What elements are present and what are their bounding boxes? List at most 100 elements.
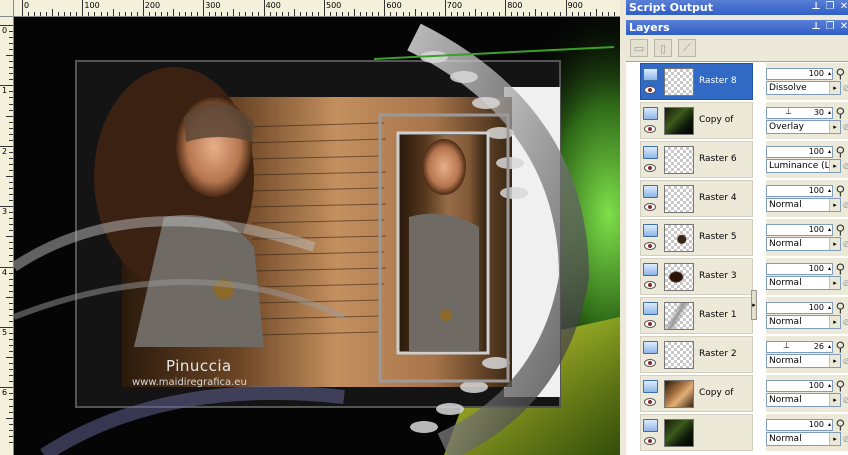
spin-arrows-icon[interactable]: ▴ <box>828 227 831 233</box>
close-icon[interactable]: ✕ <box>839 2 848 13</box>
layer-name-cell[interactable]: Raster 5 <box>640 219 753 256</box>
delete-layer-button[interactable]: ▯ <box>654 39 672 57</box>
layer-name-cell[interactable]: Copy of <box>640 102 753 139</box>
layer-row[interactable]: Raster 6 100 ▴ Luminance (L)▸⚲ ⊘ <box>626 140 848 179</box>
layer-row[interactable]: Raster 8 100 ▴ Dissolve ▸⚲ ⊘ <box>626 62 848 101</box>
layer-row[interactable]: Raster 2 26 ▴ ⊥ Normal ▸⚲ ⊘ <box>626 335 848 374</box>
blend-mode-select[interactable]: Overlay ▸ <box>766 120 841 134</box>
blend-mode-select[interactable]: Dissolve ▸ <box>766 81 841 95</box>
layer-row[interactable]: Raster 3 100 ▴ Normal ▸⚲ ⊘ <box>626 257 848 296</box>
visibility-eye-icon[interactable] <box>644 320 656 328</box>
layer-type-icon[interactable] <box>643 146 658 159</box>
layer-type-icon[interactable] <box>643 341 658 354</box>
opacity-slider[interactable]: 26 ▴ ⊥ <box>766 341 833 353</box>
layer-name-cell[interactable]: Raster 6 <box>640 141 753 178</box>
pin-icon[interactable]: ⊥ <box>811 2 821 13</box>
link-icon[interactable]: ⚲ <box>835 106 845 121</box>
dropdown-arrow-icon[interactable]: ▸ <box>829 160 840 172</box>
opacity-slider[interactable]: 100 ▴ <box>766 302 833 314</box>
layer-row[interactable]: Raster 1 100 ▴ Normal ▸⚲ ⊘ <box>626 296 848 335</box>
layer-type-icon[interactable] <box>643 419 658 432</box>
pin-icon[interactable]: ⊥ <box>811 22 821 33</box>
lock-icon[interactable]: ⊘ <box>842 279 848 289</box>
restore-icon[interactable]: ❐ <box>825 22 835 33</box>
opacity-marker-icon[interactable]: ⊥ <box>785 108 792 118</box>
dropdown-arrow-icon[interactable]: ▸ <box>829 394 840 406</box>
layer-name-cell[interactable]: Raster 8 <box>640 63 753 100</box>
visibility-eye-icon[interactable] <box>644 242 656 250</box>
opacity-slider[interactable]: 100 ▴ <box>766 224 833 236</box>
dropdown-arrow-icon[interactable]: ▸ <box>829 433 840 445</box>
blend-mode-select[interactable]: Normal ▸ <box>766 432 841 446</box>
layer-name-cell[interactable]: Copy of <box>640 375 753 412</box>
spin-arrows-icon[interactable]: ▴ <box>828 266 831 272</box>
dropdown-arrow-icon[interactable]: ▸ <box>829 199 840 211</box>
lock-icon[interactable]: ⊘ <box>842 201 848 211</box>
visibility-eye-icon[interactable] <box>644 164 656 172</box>
blend-mode-select[interactable]: Normal ▸ <box>766 354 841 368</box>
artwork-canvas[interactable]: Pinuccia www.maidiregrafica.eu <box>14 17 620 455</box>
spin-arrows-icon[interactable]: ▴ <box>828 383 831 389</box>
blend-mode-select[interactable]: Luminance (L) ▸ <box>766 159 841 173</box>
lock-icon[interactable]: ⊘ <box>842 357 848 367</box>
dropdown-arrow-icon[interactable]: ▸ <box>829 238 840 250</box>
layer-type-icon[interactable] <box>643 185 658 198</box>
restore-icon[interactable]: ❐ <box>825 2 835 13</box>
layer-name-cell[interactable]: Raster 3 <box>640 258 753 295</box>
dropdown-arrow-icon[interactable]: ▸ <box>829 121 840 133</box>
layer-row[interactable]: Raster 4 100 ▴ Normal ▸⚲ ⊘ <box>626 179 848 218</box>
opacity-slider[interactable]: 100 ▴ <box>766 380 833 392</box>
layer-type-icon[interactable] <box>643 107 658 120</box>
lock-icon[interactable]: ⊘ <box>842 240 848 250</box>
panel-collapse-handle[interactable]: ▸ <box>751 290 757 320</box>
layer-type-icon[interactable] <box>643 263 658 276</box>
spin-arrows-icon[interactable]: ▴ <box>828 110 831 116</box>
spin-arrows-icon[interactable]: ▴ <box>828 188 831 194</box>
blend-mode-select[interactable]: Normal ▸ <box>766 276 841 290</box>
opacity-slider[interactable]: 100 ▴ <box>766 68 833 80</box>
dropdown-arrow-icon[interactable]: ▸ <box>829 277 840 289</box>
layer-row[interactable]: Raster 5 100 ▴ Normal ▸⚲ ⊘ <box>626 218 848 257</box>
script-output-titlebar[interactable]: Script Output ⊥ ❐ ✕ <box>626 0 848 15</box>
layer-row[interactable]: Copy of 100 ▴ Normal ▸⚲ ⊘ <box>626 374 848 413</box>
spin-arrows-icon[interactable]: ▴ <box>828 344 831 350</box>
spin-arrows-icon[interactable]: ▴ <box>828 149 831 155</box>
link-icon[interactable]: ⚲ <box>835 340 845 355</box>
layers-titlebar[interactable]: Layers ⊥ ❐ ✕ <box>626 20 848 35</box>
layer-type-icon[interactable] <box>643 380 658 393</box>
visibility-eye-icon[interactable] <box>644 437 656 445</box>
layer-type-icon[interactable] <box>643 224 658 237</box>
lock-icon[interactable]: ⊘ <box>842 123 848 133</box>
dropdown-arrow-icon[interactable]: ▸ <box>829 82 840 94</box>
layer-type-icon[interactable] <box>643 302 658 315</box>
lock-icon[interactable]: ⊘ <box>842 396 848 406</box>
spin-arrows-icon[interactable]: ▴ <box>828 305 831 311</box>
layer-type-icon[interactable] <box>643 68 658 81</box>
lock-icon[interactable]: ⊘ <box>842 84 848 94</box>
opacity-marker-icon[interactable]: ⊥ <box>783 342 790 352</box>
opacity-slider[interactable]: 30 ▴ ⊥ <box>766 107 833 119</box>
dropdown-arrow-icon[interactable]: ▸ <box>829 355 840 367</box>
visibility-eye-icon[interactable] <box>644 281 656 289</box>
link-icon[interactable]: ⚲ <box>835 145 845 160</box>
layer-name-cell[interactable]: Raster 1 <box>640 297 753 334</box>
opacity-slider[interactable]: 100 ▴ <box>766 419 833 431</box>
close-icon[interactable]: ✕ <box>839 22 848 33</box>
layer-name-cell[interactable] <box>640 414 753 451</box>
lock-icon[interactable]: ⊘ <box>842 162 848 172</box>
opacity-slider[interactable]: 100 ▴ <box>766 185 833 197</box>
layer-name-cell[interactable]: Raster 4 <box>640 180 753 217</box>
blend-mode-select[interactable]: Normal ▸ <box>766 237 841 251</box>
link-icon[interactable]: ⚲ <box>835 184 845 199</box>
link-icon[interactable]: ⚲ <box>835 223 845 238</box>
spin-arrows-icon[interactable]: ▴ <box>828 71 831 77</box>
blend-mode-select[interactable]: Normal ▸ <box>766 393 841 407</box>
link-icon[interactable]: ⚲ <box>835 67 845 82</box>
dropdown-arrow-icon[interactable]: ▸ <box>829 316 840 328</box>
new-layer-button[interactable]: ▭ <box>630 39 648 57</box>
blend-mode-select[interactable]: Normal ▸ <box>766 315 841 329</box>
layer-name-cell[interactable]: Raster 2 <box>640 336 753 373</box>
layer-properties-button[interactable]: ⟋ <box>678 39 696 57</box>
link-icon[interactable]: ⚲ <box>835 262 845 277</box>
blend-mode-select[interactable]: Normal ▸ <box>766 198 841 212</box>
